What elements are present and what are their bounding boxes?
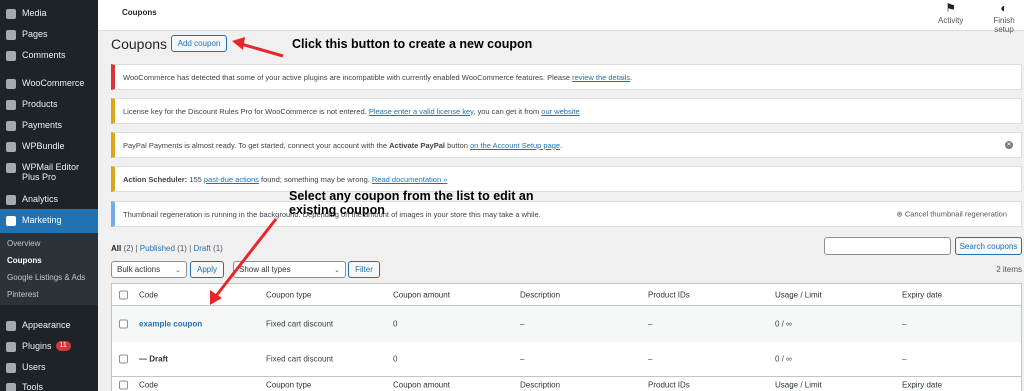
red-arrow-icon [214,218,278,297]
red-arrow-head-icon [232,37,245,50]
annotation-arrows [210,37,284,305]
red-arrow-icon [240,42,284,58]
